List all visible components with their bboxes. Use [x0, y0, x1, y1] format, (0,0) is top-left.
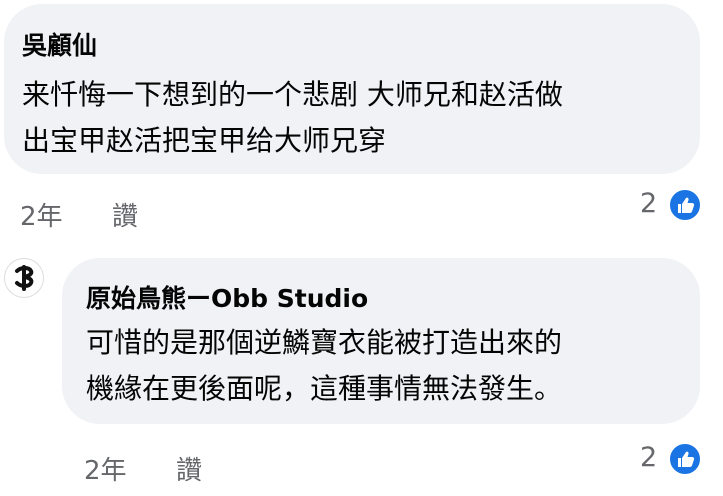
comment-line: 可惜的是那個逆鱗寶衣能被打造出來的 [86, 326, 563, 359]
comment-author[interactable]: 原始鳥熊ーObb Studio [86, 279, 368, 315]
reply-bubble: 原始鳥熊ーObb Studio 可惜的是那個逆鱗寶衣能被打造出來的 機緣在更後面… [62, 258, 700, 424]
thumbs-up-icon[interactable] [668, 442, 702, 476]
like-button[interactable]: 讚 [112, 196, 138, 233]
comment-line: 来忏悔一下想到的一个悲剧 大师兄和赵活做 [22, 78, 563, 111]
comment-text: 可惜的是那個逆鱗寶衣能被打造出來的 機緣在更後面呢，這種事情無法發生。 [86, 320, 562, 412]
avatar[interactable] [4, 258, 44, 298]
reaction-count[interactable]: 2 [640, 442, 657, 473]
comment-author[interactable]: 吳顧仙 [22, 26, 97, 62]
comment-line: 出宝甲赵活把宝甲给大师兄穿 [22, 124, 387, 157]
obb-studio-logo [15, 265, 34, 291]
comment-timestamp[interactable]: 2年 [20, 196, 63, 233]
like-button[interactable]: 讚 [176, 450, 202, 487]
comment-timestamp[interactable]: 2年 [84, 450, 127, 487]
thumbs-up-icon[interactable] [668, 188, 702, 222]
reaction-count[interactable]: 2 [640, 188, 657, 219]
comment-bubble: 吳顧仙 来忏悔一下想到的一个悲剧 大师兄和赵活做 出宝甲赵活把宝甲给大师兄穿 [4, 4, 700, 174]
comment-text: 来忏悔一下想到的一个悲剧 大师兄和赵活做 出宝甲赵活把宝甲给大师兄穿 [22, 72, 563, 164]
comment-line: 機緣在更後面呢，這種事情無法發生。 [86, 372, 563, 405]
